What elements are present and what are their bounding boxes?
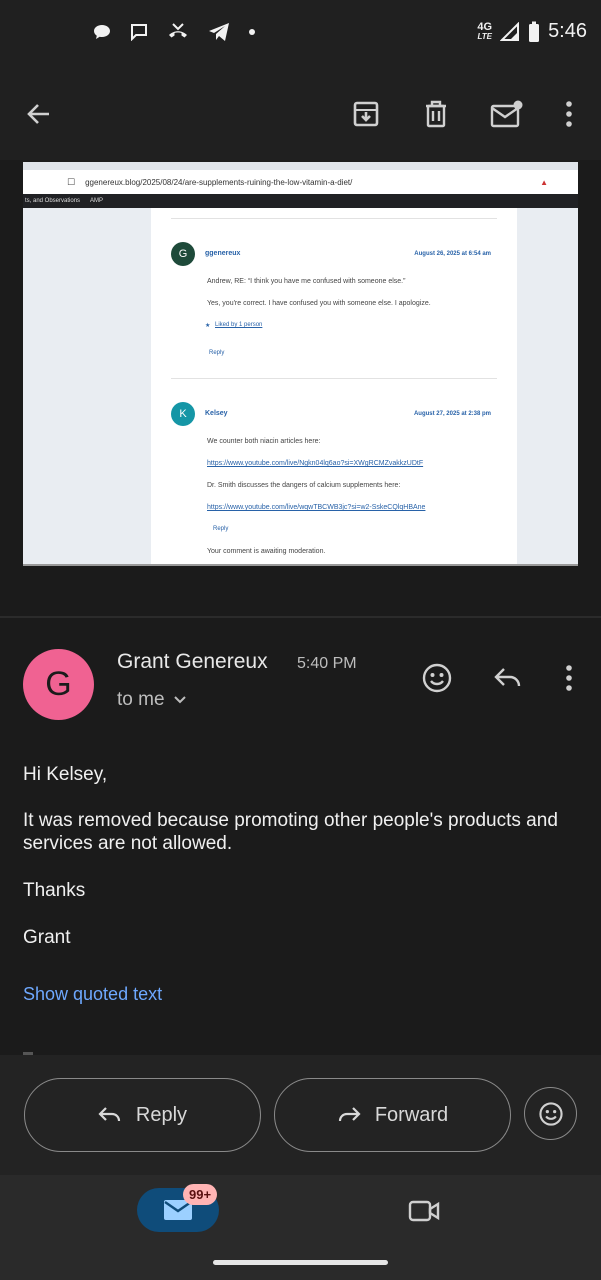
status-bar: 4G LTE 5:46 [0,0,601,68]
emoji-icon [422,663,452,693]
network-label: 4G [477,20,493,33]
attachment-area: ☐ ggenereux.blog/2025/08/24/are-suppleme… [0,160,601,618]
message-closing: Thanks [23,880,86,901]
forward-label: Forward [374,1103,449,1126]
mark-unread-button[interactable] [487,94,527,134]
recipient-toggle[interactable]: to me [117,689,187,711]
chat-bubble-icon [94,25,110,39]
recipient-label: to me [117,689,165,710]
browser-toolbar-icons: ▲ [540,177,548,187]
reply-button[interactable]: Reply [24,1078,261,1152]
browser-url: ggenereux.blog/2025/08/24/are-supplement… [85,177,353,187]
emoji-icon [538,1101,563,1126]
meet-tab[interactable] [404,1193,444,1229]
star-icon: ★ [205,323,211,329]
status-time: 5:46 [548,20,587,42]
app-bar [0,68,601,160]
back-arrow-icon [27,104,49,124]
system-icons: 4G LTE 5:46 [477,20,587,43]
comment-text: We counter both niacin articles here: [207,438,321,445]
comment-reply-link: Reply [209,350,225,356]
comment-text: Andrew, RE: “I think you have me confuse… [207,278,406,285]
react-button[interactable] [524,1087,577,1140]
signal-icon [500,21,520,41]
message-greeting: Hi Kelsey, [23,764,108,785]
dot-icon [249,29,255,35]
video-camera-icon [408,1200,440,1222]
telegram-icon [209,23,229,41]
comment-ggenereux: G ggenereux August 26, 2025 at 6:54 am A… [171,242,491,362]
network-indicator: 4G LTE [477,20,493,42]
comment-author: Kelsey [205,410,228,417]
browser-tabs [23,162,578,170]
back-button[interactable] [19,94,59,134]
bottom-navigation: 99+ [0,1175,601,1280]
archive-button[interactable] [346,94,386,134]
browser-address-bar: ☐ ggenereux.blog/2025/08/24/are-suppleme… [23,170,578,194]
add-reaction-button[interactable] [419,660,455,696]
message-signature: Grant [23,927,71,948]
delete-button[interactable] [416,94,456,134]
divider [0,616,601,618]
message-time: 5:40 PM [297,655,357,672]
home-indicator[interactable] [213,1260,388,1265]
forward-icon [338,1107,361,1122]
divider [171,378,497,379]
comment-date: August 27, 2025 at 2:38 pm [413,411,491,417]
battery-icon [529,21,540,42]
comment-author: ggenereux [205,250,241,257]
network-sub-label: LTE [477,31,492,41]
reply-icon [494,668,521,687]
unread-badge: 99+ [183,1184,218,1205]
comment-date: August 26, 2025 at 6:54 am [414,251,491,257]
reply-label: Reply [135,1103,188,1126]
message-more-button[interactable] [551,660,587,696]
blog-comments: G ggenereux August 26, 2025 at 6:54 am A… [151,208,517,564]
trash-icon [426,100,446,128]
comment-avatar: K [171,402,195,426]
comment-avatar: G [171,242,195,266]
comment-reply-link: Reply [213,526,229,532]
sender-avatar[interactable]: G [23,649,94,720]
forward-button[interactable]: Forward [274,1078,511,1152]
moderation-notice: Your comment is awaiting moderation. [207,548,326,555]
sender-name[interactable]: Grant Genereux [117,650,268,674]
more-options-button[interactable] [549,94,589,134]
comment-kelsey: K Kelsey August 27, 2025 at 2:38 pm We c… [171,402,491,562]
chevron-down-icon [173,696,186,704]
attached-screenshot[interactable]: ☐ ggenereux.blog/2025/08/24/are-suppleme… [23,162,578,566]
comment-text: Dr. Smith discusses the dangers of calci… [207,482,401,489]
comment-link: https://www.youtube.com/live/Ngkn04lq6ao… [207,460,424,467]
message-body: It was removed because promoting other p… [23,810,558,854]
missed-call-icon [169,23,187,38]
archive-icon [353,101,379,127]
bookmark-item: AMP [90,198,104,204]
more-vert-icon [566,665,572,691]
notification-icons [92,22,256,42]
more-vert-icon [566,101,572,127]
comment-text: Yes, you're correct. I have confused you… [207,300,431,307]
bookmarks-bar: ts, and Observations AMP [23,194,578,208]
show-quoted-text-link[interactable]: Show quoted text [23,984,162,1005]
reply-icon [98,1107,121,1122]
liked-by-link: Liked by 1 person [215,322,263,328]
mark-unread-icon [490,100,523,128]
comment-link: https://www.youtube.com/live/wqwTBCWB3jc… [207,504,426,511]
reply-icon-button[interactable] [490,660,526,696]
bookmark-item: ts, and Observations [25,198,81,204]
action-bar: Reply Forward [0,1055,601,1175]
message-icon [131,24,147,41]
bookmark-icon: ☐ [67,176,76,187]
divider [171,218,497,219]
